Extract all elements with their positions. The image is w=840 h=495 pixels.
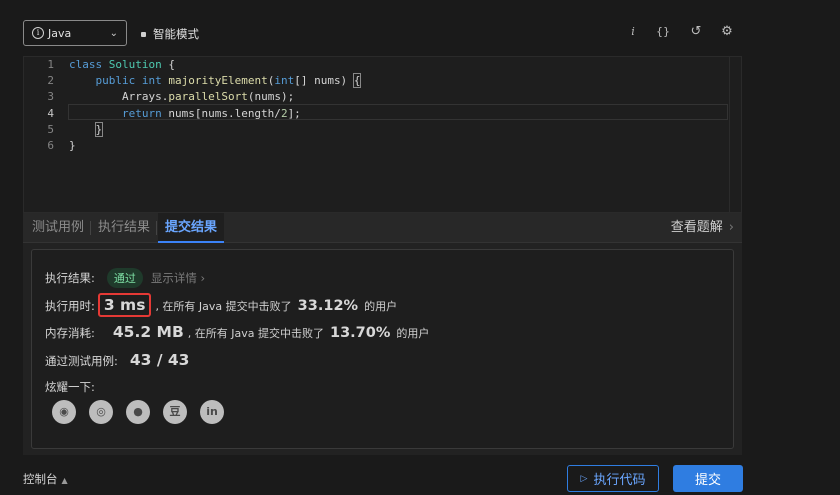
submission-result-panel: 执行结果: 通过 显示详情 › 执行用时: 3 ms , 在所有 Java 提交…: [31, 249, 734, 449]
code-text: class Solution {: [69, 57, 175, 73]
code-token: return: [121, 106, 169, 120]
tab-run-result[interactable]: 执行结果: [98, 213, 150, 243]
qq-icon[interactable]: ●: [126, 400, 150, 424]
line-number: 4: [47, 106, 54, 120]
console-label: 控制台: [23, 472, 58, 486]
testcases-row: 通过测试用例: 43 / 43: [45, 351, 189, 369]
status-badge: 通过: [106, 268, 143, 288]
code-token: int: [274, 74, 295, 88]
tab-submit-result[interactable]: 提交结果: [158, 213, 225, 243]
share-row: 炫耀一下:: [45, 379, 95, 395]
code-token: nums[nums.length/: [168, 106, 281, 120]
status-label: 执行结果:: [45, 271, 95, 285]
tab-divider: [156, 221, 157, 235]
code-token: class: [69, 58, 109, 71]
wechat-icon[interactable]: ◉: [52, 400, 76, 424]
code-token: Arrays.: [69, 90, 169, 104]
braces-icon[interactable]: {}: [655, 24, 671, 40]
status-row: 执行结果: 通过 显示详情 ›: [45, 268, 205, 288]
memory-users-text: 的用户: [396, 327, 430, 340]
memory-percentile: 13.70%: [330, 325, 391, 341]
code-text: Arrays.parallelSort(nums);: [69, 89, 294, 105]
console-toggle[interactable]: 控制台 ▲: [23, 471, 68, 487]
share-icons: ◉ ◎ ● 豆 in: [52, 400, 224, 424]
runtime-users-text: 的用户: [364, 300, 398, 313]
show-details-link[interactable]: 显示详情 ›: [151, 270, 205, 286]
runtime-beat-text: , 在所有 Java 提交中击败了: [155, 300, 292, 313]
code-token: (nums);: [247, 90, 295, 104]
run-code-button[interactable]: ▷ 执行代码: [567, 465, 659, 492]
weibo-icon[interactable]: ◎: [89, 400, 113, 424]
code-token: majorityElement: [168, 74, 268, 88]
code-token: {: [161, 58, 175, 71]
code-token: parallelSort: [168, 90, 248, 104]
runtime-label: 执行用时:: [45, 299, 95, 313]
smart-mode-label: 智能模式: [153, 27, 199, 41]
line-number: 5: [47, 122, 54, 136]
code-token: {: [352, 73, 362, 89]
caret-up-icon: ▲: [61, 476, 68, 485]
code-line[interactable]: 1 class Solution {: [24, 57, 741, 73]
code-token: public: [95, 74, 142, 88]
memory-beat-text: , 在所有 Java 提交中击败了: [187, 327, 324, 340]
runtime-row: 执行用时: 3 ms , 在所有 Java 提交中击败了 33.12% 的用户: [45, 293, 397, 317]
view-solutions-link[interactable]: 查看题解 ›: [671, 213, 734, 243]
info-circle-icon: i: [32, 27, 44, 39]
play-icon: ▷: [580, 473, 588, 484]
linkedin-icon[interactable]: in: [200, 400, 224, 424]
runtime-percentile: 33.12%: [297, 298, 359, 314]
smart-mode-toggle[interactable]: 智能模式: [141, 26, 199, 42]
code-token: 2: [280, 106, 288, 120]
code-token: }: [69, 139, 76, 152]
code-line[interactable]: 2 public int majorityElement(int[] nums)…: [24, 73, 741, 89]
chevron-down-icon: ⌄: [109, 27, 118, 39]
result-tabs: 测试用例 执行结果 提交结果 查看题解 ›: [23, 213, 742, 243]
language-label: Java: [48, 26, 72, 40]
memory-label: 内存消耗:: [45, 326, 95, 340]
info-icon[interactable]: i: [625, 24, 641, 40]
chevron-right-icon: ›: [728, 220, 734, 235]
code-line[interactable]: 5 }: [24, 121, 741, 138]
code-text: }: [69, 121, 104, 138]
code-lines: 1 class Solution {2 public int majorityEl…: [24, 57, 741, 212]
douban-icon[interactable]: 豆: [163, 400, 187, 424]
line-number: 1: [47, 58, 54, 71]
result-panel-container: 执行结果: 通过 显示详情 › 执行用时: 3 ms , 在所有 Java 提交…: [23, 243, 742, 455]
share-label: 炫耀一下:: [45, 380, 95, 394]
editor-scrollbar[interactable]: [729, 57, 741, 212]
code-editor[interactable]: 1 class Solution {2 public int majorityEl…: [23, 56, 742, 213]
settings-icon[interactable]: ⚙: [719, 24, 735, 40]
reset-icon[interactable]: ↺: [688, 24, 704, 40]
testcases-value: 43 / 43: [129, 351, 190, 369]
tab-divider: [90, 221, 91, 235]
run-code-label: 执行代码: [593, 473, 646, 488]
memory-row: 内存消耗: 45.2 MB , 在所有 Java 提交中击败了 13.70% 的…: [45, 323, 429, 341]
code-text: public int majorityElement(int[] nums) {: [69, 73, 362, 89]
code-token: int: [141, 74, 169, 88]
language-select[interactable]: i Java ⌄: [23, 20, 127, 46]
code-token: ];: [287, 106, 301, 120]
editor-toolbar: i Java ⌄ 智能模式 i {} ↺ ⚙: [0, 0, 840, 56]
line-number: 2: [47, 74, 54, 88]
testcases-label: 通过测试用例:: [45, 354, 118, 368]
memory-value: 45.2 MB: [112, 323, 184, 341]
code-line[interactable]: 4 return nums[nums.length/2];: [24, 106, 741, 122]
line-number: 3: [47, 90, 54, 104]
code-token: }: [94, 121, 104, 137]
code-token: Solution: [108, 58, 162, 71]
code-line[interactable]: 3 Arrays.parallelSort(nums);: [24, 89, 741, 105]
line-number: 6: [47, 139, 54, 152]
code-token: [] nums): [294, 74, 354, 88]
tab-test-cases[interactable]: 测试用例: [32, 213, 84, 243]
code-text: }: [69, 138, 76, 154]
submit-button[interactable]: 提交: [673, 465, 743, 492]
code-line[interactable]: 6}: [24, 138, 741, 154]
mode-dot-icon: [141, 31, 146, 37]
view-solutions-label: 查看题解: [670, 220, 723, 235]
code-text: return nums[nums.length/2];: [69, 106, 301, 122]
runtime-value: 3 ms: [97, 293, 152, 317]
